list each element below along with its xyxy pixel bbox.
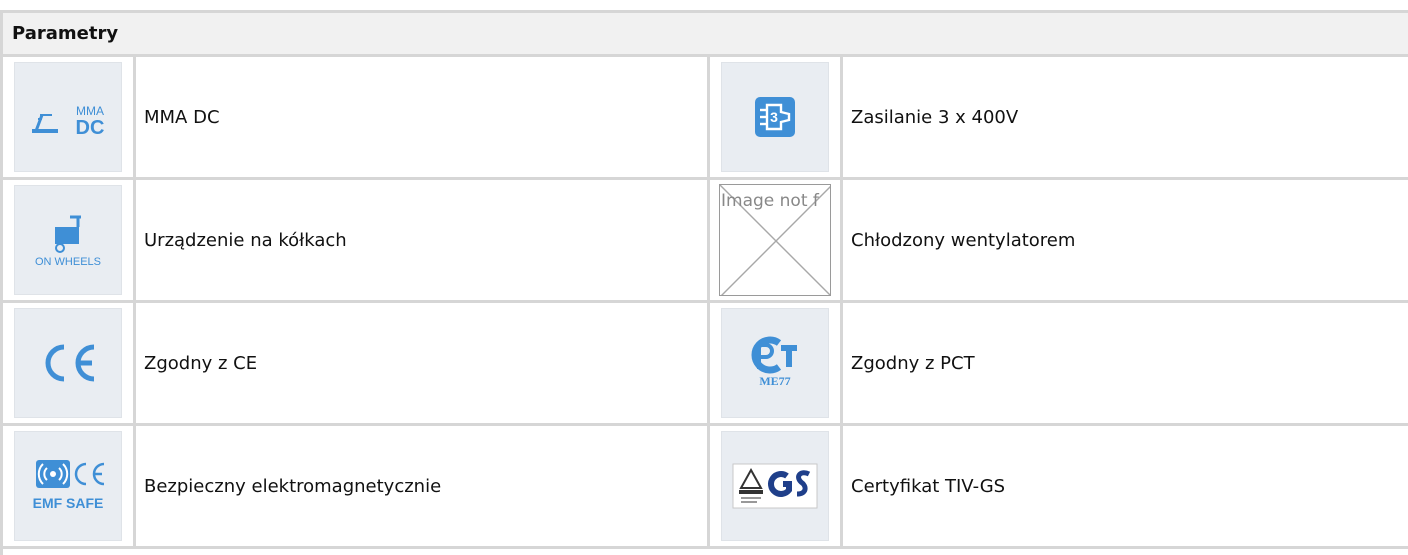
broken-image-icon: Image not f <box>719 184 831 296</box>
param-icon-cell: ON WHEELS <box>3 180 136 303</box>
param-label-ce: Zgodny z CE <box>136 303 710 426</box>
mma-dc-icon: MMA DC <box>14 62 122 172</box>
param-label-on-wheels: Urządzenie na kółkach <box>136 180 710 303</box>
param-icon-cell: Image not f <box>710 180 843 303</box>
on-wheels-icon: ON WHEELS <box>14 185 122 295</box>
mma-icon-text: MMA <box>76 104 104 118</box>
param-label-power: Zasilanie 3 x 400V <box>843 57 1408 180</box>
pct-code-icon-text: ME77 <box>759 374 790 388</box>
param-icon-cell: ME77 <box>710 303 843 426</box>
parameters-grid: MMA DC MMA DC 3 Zasilanie 3 x 400V ON WH… <box>3 57 1408 549</box>
param-icon-cell <box>3 303 136 426</box>
param-label-tiv-gs: Certyfikat TIV-GS <box>843 426 1408 549</box>
three-phase-icon-text: 3 <box>770 109 778 125</box>
ce-mark-icon <box>14 308 122 418</box>
param-label-mma-dc: MMA DC <box>136 57 710 180</box>
param-label-fan-cooled: Chłodzony wentylatorem <box>843 180 1408 303</box>
emf-safe-icon-text: EMF SAFE <box>33 495 104 511</box>
gs-cert-icon <box>721 431 829 541</box>
parameters-header: Parametry <box>3 13 1408 57</box>
on-wheels-icon-text: ON WHEELS <box>35 256 101 268</box>
param-label-emf-safe: Bezpieczny elektromagnetycznie <box>136 426 710 549</box>
param-icon-cell: EMF SAFE <box>3 426 136 549</box>
param-label-pct: Zgodny z PCT <box>843 303 1408 426</box>
broken-image-alt-text: Image not f <box>721 191 819 211</box>
param-icon-cell <box>710 426 843 549</box>
emf-safe-icon: EMF SAFE <box>14 431 122 541</box>
pct-mark-icon: ME77 <box>721 308 829 418</box>
parameters-panel: Parametry MMA DC MMA DC 3 Zasilanie 3 x … <box>0 10 1408 555</box>
param-icon-cell: 3 <box>710 57 843 180</box>
param-icon-cell: MMA DC <box>3 57 136 180</box>
dc-icon-text: DC <box>76 117 105 139</box>
power-plug-icon: 3 <box>721 62 829 172</box>
